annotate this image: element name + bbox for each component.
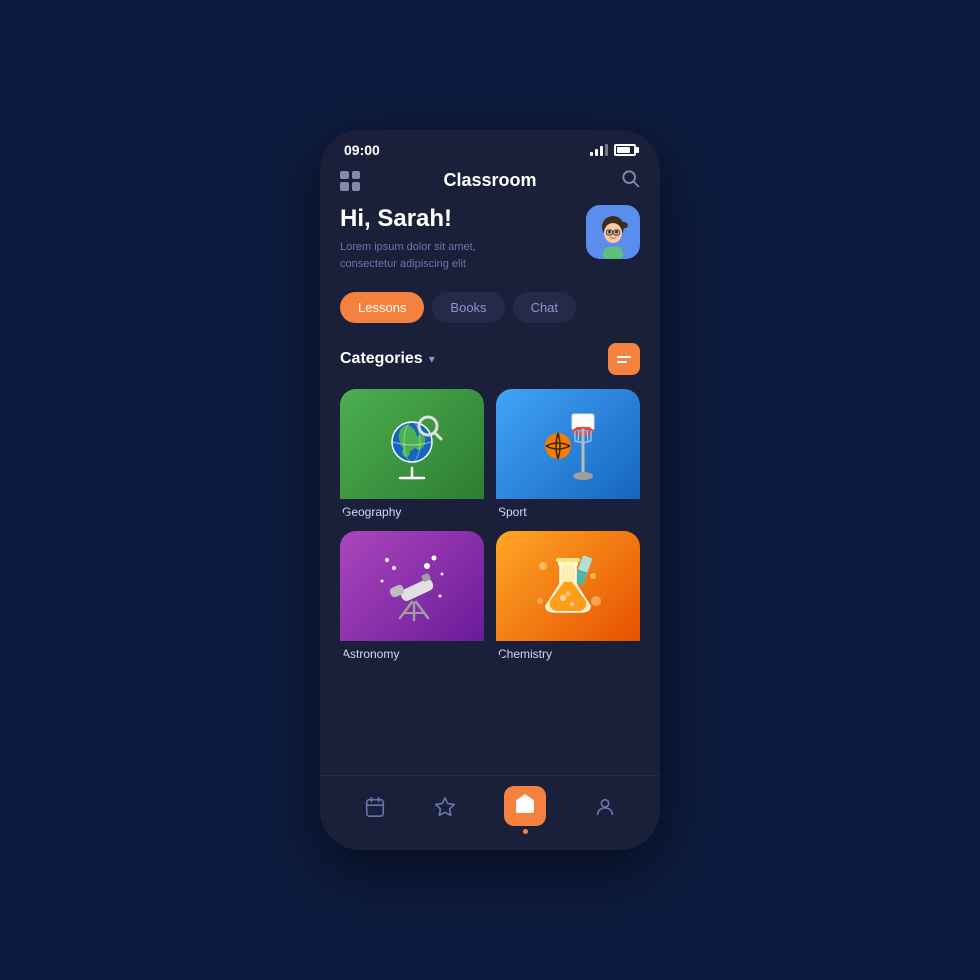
nav-item-favorites[interactable] (434, 796, 456, 824)
nav-item-home[interactable] (504, 786, 546, 834)
geography-image (340, 389, 484, 499)
geography-label: Geography (340, 505, 484, 519)
sport-label: Sport (496, 505, 640, 519)
chevron-down-icon: ▾ (429, 352, 435, 366)
greeting-title: Hi, Sarah! (340, 205, 500, 233)
page-title: Classroom (443, 170, 536, 191)
top-nav: Classroom (320, 164, 660, 205)
filter-icon (617, 356, 631, 363)
tab-chat[interactable]: Chat (513, 292, 576, 323)
category-card-chemistry[interactable]: Chemistry (496, 531, 640, 661)
calendar-icon (364, 796, 386, 824)
category-card-sport[interactable]: Sport (496, 389, 640, 519)
battery-icon (614, 144, 636, 156)
main-content: Hi, Sarah! Lorem ipsum dolor sit amet, c… (320, 205, 660, 775)
grid-menu-icon[interactable] (340, 171, 360, 191)
bottom-nav (320, 775, 660, 850)
avatar[interactable] (586, 205, 640, 259)
sport-image (496, 389, 640, 499)
signal-icon (590, 144, 608, 156)
home-icon-wrap (504, 786, 546, 826)
nav-item-profile[interactable] (594, 796, 616, 824)
categories-grid: Geography (340, 389, 640, 681)
category-card-geography[interactable]: Geography (340, 389, 484, 519)
nav-item-calendar[interactable] (364, 796, 386, 824)
categories-header: Categories ▾ (340, 343, 640, 375)
profile-icon (594, 796, 616, 824)
nav-active-dot (523, 829, 528, 834)
section-title: Categories (340, 350, 423, 368)
category-card-astronomy[interactable]: Astronomy (340, 531, 484, 661)
status-bar: 09:00 (320, 130, 660, 164)
status-icons (590, 144, 636, 156)
astronomy-label: Astronomy (340, 647, 484, 661)
star-icon (434, 796, 456, 824)
greeting-section: Hi, Sarah! Lorem ipsum dolor sit amet, c… (340, 205, 640, 272)
time-display: 09:00 (344, 142, 380, 158)
chemistry-label: Chemistry (496, 647, 640, 661)
chemistry-image (496, 531, 640, 641)
astronomy-image (340, 531, 484, 641)
tabs-bar: Lessons Books Chat (340, 292, 640, 323)
greeting-subtitle: Lorem ipsum dolor sit amet, consectetur … (340, 239, 500, 272)
tab-books[interactable]: Books (432, 292, 504, 323)
phone-frame: 09:00 Classroom (320, 130, 660, 850)
home-icon (514, 797, 536, 819)
section-title-wrap: Categories ▾ (340, 350, 435, 368)
filter-button[interactable] (608, 343, 640, 375)
tab-lessons[interactable]: Lessons (340, 292, 424, 323)
greeting-text: Hi, Sarah! Lorem ipsum dolor sit amet, c… (340, 205, 500, 272)
search-icon[interactable] (620, 168, 640, 193)
